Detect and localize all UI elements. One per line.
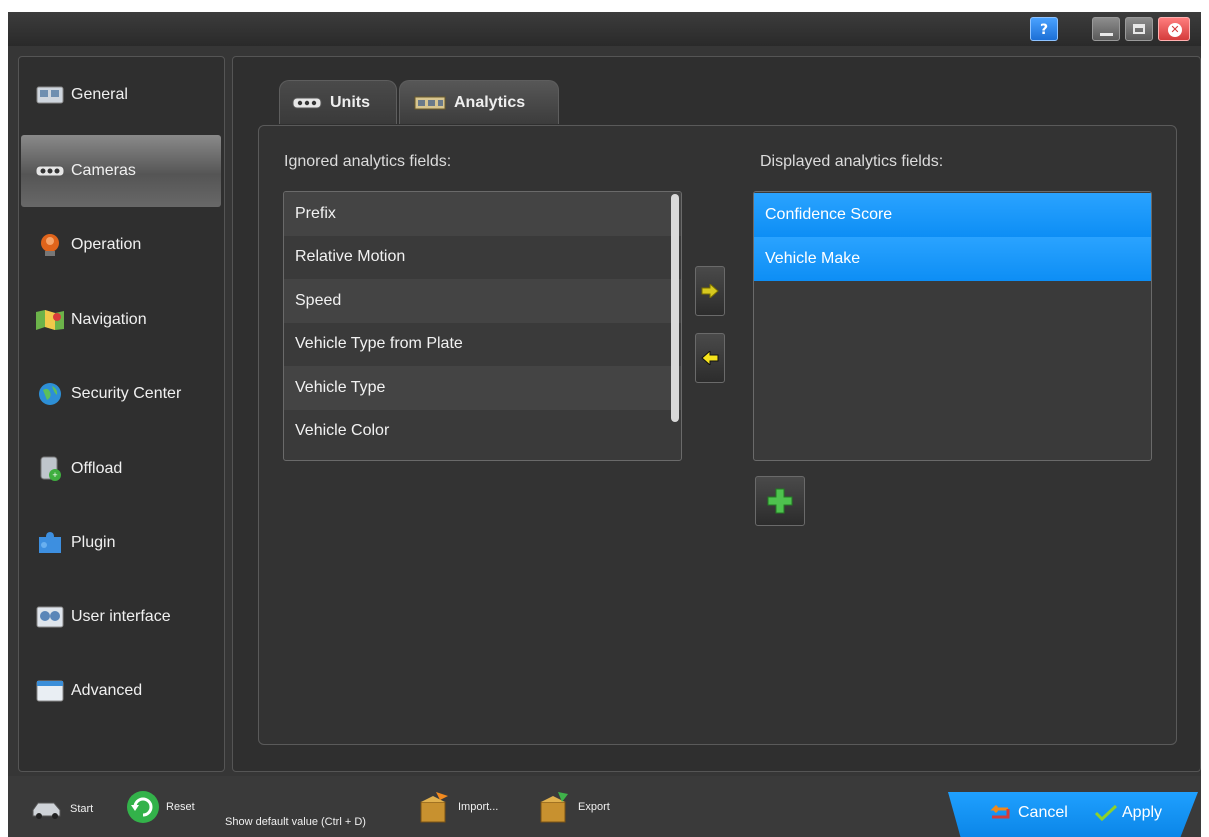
export-box-icon xyxy=(538,790,570,824)
sidebar-item-label: Cameras xyxy=(71,162,136,179)
sidebar-item-general[interactable]: General xyxy=(21,59,221,131)
tab-label: Analytics xyxy=(454,93,526,111)
scrollbar-thumb[interactable] xyxy=(671,194,679,422)
checkmark-icon xyxy=(1094,804,1118,822)
reset-label: Reset xyxy=(166,801,195,813)
cancel-button[interactable]: Cancel xyxy=(988,804,1068,822)
add-field-button[interactable] xyxy=(755,476,805,526)
content-area: Units Analytics Ignored analytics fields… xyxy=(232,56,1201,772)
sidebar-item-advanced[interactable]: Advanced xyxy=(21,655,221,727)
list-item[interactable]: Vehicle Color xyxy=(284,410,681,454)
sidebar-item-operation[interactable]: Operation xyxy=(21,209,221,281)
sidebar-item-label: Security Center xyxy=(71,385,182,402)
plus-icon xyxy=(767,488,793,514)
start-button[interactable]: Start xyxy=(30,798,93,820)
arrow-left-icon xyxy=(701,351,719,365)
settings-window: ? ✕ General Cameras Operation Navigation… xyxy=(8,12,1201,837)
sidebar-item-offload[interactable]: + Offload xyxy=(21,433,221,505)
start-label: Start xyxy=(70,803,94,815)
camera-icon xyxy=(35,160,65,182)
globe-icon xyxy=(35,383,65,405)
reset-button[interactable]: Reset xyxy=(126,790,195,824)
export-button[interactable]: Export xyxy=(538,790,610,824)
sidebar-item-label: User interface xyxy=(71,608,171,625)
sidebar-item-security-center[interactable]: Security Center xyxy=(21,358,221,430)
close-button[interactable]: ✕ xyxy=(1158,17,1190,41)
displayed-fields-label: Displayed analytics fields: xyxy=(760,153,944,170)
minimize-button[interactable] xyxy=(1092,17,1120,41)
help-button[interactable]: ? xyxy=(1030,17,1058,41)
ignored-fields-list[interactable]: Prefix Relative Motion Speed Vehicle Typ… xyxy=(283,191,682,461)
export-label: Export xyxy=(578,801,610,813)
arrow-right-icon xyxy=(701,284,719,298)
list-item[interactable]: Prefix xyxy=(284,192,681,236)
sidebar-item-user-interface[interactable]: User interface xyxy=(21,581,221,653)
tab-label: Units xyxy=(330,93,370,111)
map-icon xyxy=(35,309,65,331)
apply-button[interactable]: Apply xyxy=(1094,804,1162,822)
sidebar-item-navigation[interactable]: Navigation xyxy=(21,284,221,356)
operation-icon xyxy=(35,234,65,256)
sidebar-item-label: Advanced xyxy=(71,682,143,699)
offload-icon: + xyxy=(35,456,65,481)
import-label: Import... xyxy=(458,801,499,813)
list-item[interactable]: Vehicle Type from Plate xyxy=(284,323,681,367)
sidebar: General Cameras Operation Navigation Sec… xyxy=(18,56,225,772)
ignored-fields-label: Ignored analytics fields: xyxy=(284,153,452,170)
list-item[interactable]: Speed xyxy=(284,279,681,323)
minimize-icon xyxy=(1100,33,1113,36)
general-icon xyxy=(35,84,65,106)
footer-toolbar: Start Reset Show default value (Ctrl + D… xyxy=(8,776,1201,837)
refresh-icon xyxy=(126,790,160,824)
camera-icon xyxy=(292,97,322,109)
maximize-button[interactable] xyxy=(1125,17,1153,41)
sidebar-item-label: Navigation xyxy=(71,311,147,328)
sidebar-item-label: Operation xyxy=(71,236,142,253)
import-box-icon xyxy=(418,790,450,824)
close-icon: ✕ xyxy=(1168,23,1182,37)
puzzle-icon xyxy=(35,532,65,554)
import-button[interactable]: Import... xyxy=(418,790,498,824)
apply-cancel-bar: Cancel Apply xyxy=(948,792,1198,837)
cancel-label: Cancel xyxy=(1018,804,1068,821)
advanced-icon xyxy=(35,680,65,702)
tab-units[interactable]: Units xyxy=(279,80,397,124)
list-item[interactable]: Vehicle Make xyxy=(754,237,1151,281)
add-to-displayed-button[interactable] xyxy=(695,266,725,316)
maximize-icon xyxy=(1133,24,1145,34)
sidebar-item-label: General xyxy=(71,86,128,103)
list-item[interactable]: Relative Motion xyxy=(284,236,681,280)
show-default-value-button[interactable]: Show default value (Ctrl + D) xyxy=(225,816,366,828)
sidebar-item-label: Plugin xyxy=(71,534,116,551)
sidebar-item-label: Offload xyxy=(71,460,123,477)
displayed-fields-list[interactable]: Confidence Score Vehicle Make xyxy=(753,191,1152,461)
user-interface-icon xyxy=(35,606,65,628)
analytics-icon xyxy=(414,96,446,110)
remove-from-displayed-button[interactable] xyxy=(695,333,725,383)
title-bar: ? ✕ xyxy=(8,12,1201,46)
apply-label: Apply xyxy=(1122,804,1163,821)
undo-icon xyxy=(988,805,1012,821)
list-item[interactable]: Confidence Score xyxy=(754,193,1151,237)
car-icon xyxy=(30,798,64,820)
tab-analytics[interactable]: Analytics xyxy=(399,80,559,124)
analytics-panel: Ignored analytics fields: Displayed anal… xyxy=(258,125,1177,745)
list-item[interactable]: Vehicle Type xyxy=(284,366,681,410)
sidebar-item-plugin[interactable]: Plugin xyxy=(21,507,221,579)
svg-text:+: + xyxy=(52,470,57,480)
sidebar-item-cameras[interactable]: Cameras xyxy=(21,135,221,207)
